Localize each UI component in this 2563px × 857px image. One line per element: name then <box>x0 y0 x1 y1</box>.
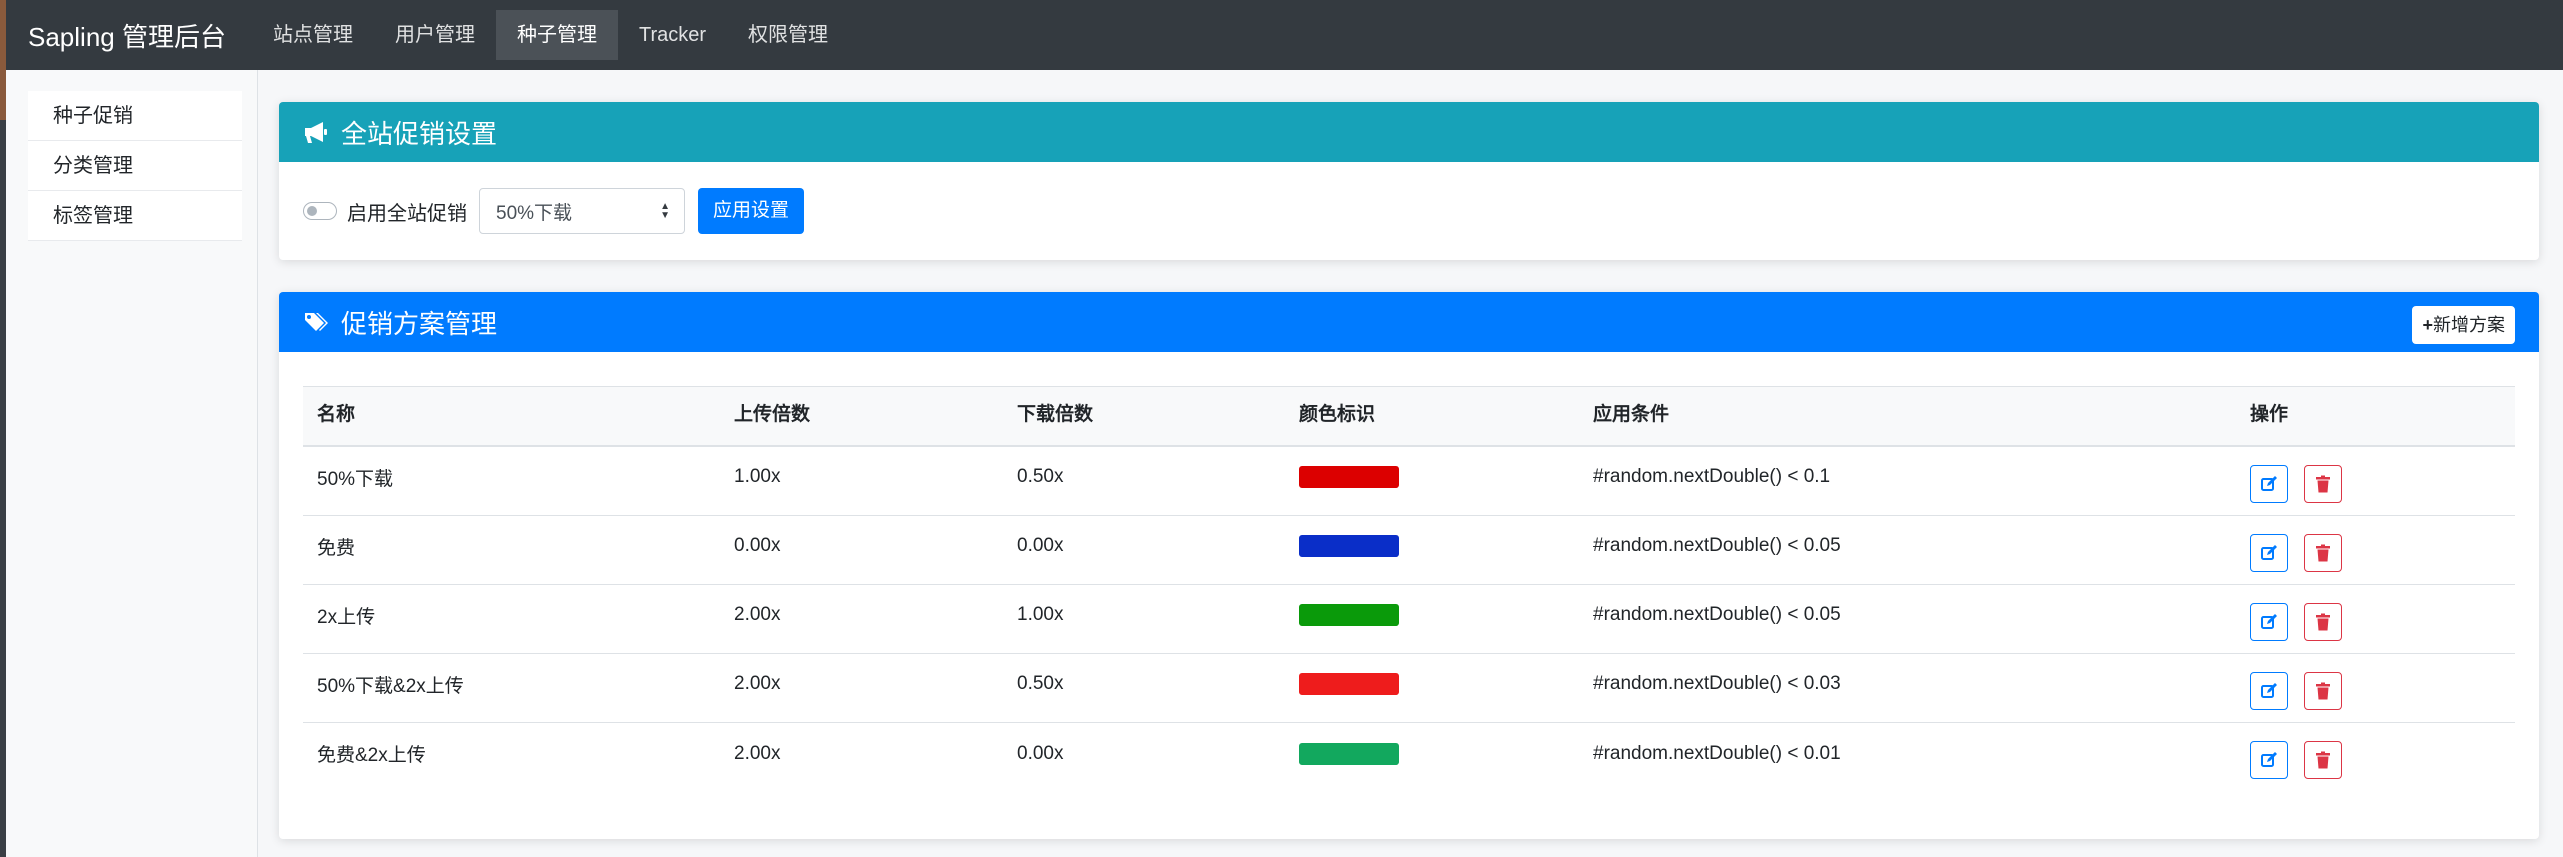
scheme-condition: #random.nextDouble() < 0.1 <box>1593 466 1831 487</box>
scheme-download: 0.00x <box>1017 742 1064 764</box>
nav-item-tracker[interactable]: Tracker <box>618 10 727 60</box>
edit-icon <box>2261 545 2277 560</box>
table-header: 名称 上传倍数 下载倍数 颜色标识 应用条件 操作 <box>303 386 2515 447</box>
scheme-color <box>1299 719 1399 788</box>
bullhorn-icon <box>305 122 327 143</box>
global-promo-toggle-label[interactable]: 启用全站促销 <box>347 197 467 226</box>
table-row: 50%下载 1.00x 0.50x #random.nextDouble() <… <box>303 447 2515 516</box>
scheme-condition: #random.nextDouble() < 0.01 <box>1593 742 1841 764</box>
plus-icon: + <box>2422 315 2433 335</box>
add-scheme-button[interactable]: +新增方案 <box>2412 306 2515 344</box>
nav-item-torrents[interactable]: 种子管理 <box>495 10 618 60</box>
color-swatch <box>1299 673 1399 695</box>
tags-icon <box>305 313 328 331</box>
promo-schemes-header: 促销方案管理 +新增方案 <box>279 292 2539 352</box>
scheme-upload: 2.00x <box>734 742 781 764</box>
select-arrows-icon: ▲ ▼ <box>660 201 670 221</box>
schemes-table: 名称 上传倍数 下载倍数 颜色标识 应用条件 操作 50%下载 1.00x 0.… <box>303 386 2515 792</box>
scheme-name: 免费 <box>317 537 356 559</box>
promo-schemes-card: 促销方案管理 +新增方案 名称 上传倍数 下载倍数 颜色标识 应用条件 操作 5… <box>279 292 2539 839</box>
delete-button[interactable] <box>2304 534 2342 572</box>
main-content: 全站促销设置 启用全站促销 50%下载 ▲ ▼ 应用设置 促销方案管理 +新增方案 <box>258 70 2563 857</box>
global-promo-header: 全站促销设置 <box>279 102 2539 162</box>
delete-button[interactable] <box>2304 672 2342 710</box>
color-swatch <box>1299 604 1399 626</box>
scheme-download: 0.50x <box>1017 466 1064 487</box>
scheme-color <box>1299 581 1399 649</box>
col-actions: 操作 <box>2250 403 2289 425</box>
sidebar-item-tags[interactable]: 标签管理 <box>28 191 242 241</box>
scheme-download: 1.00x <box>1017 604 1064 625</box>
trash-icon <box>2316 613 2330 631</box>
color-swatch <box>1299 742 1399 765</box>
nav-item-permissions[interactable]: 权限管理 <box>727 10 849 60</box>
col-color: 颜色标识 <box>1299 403 1376 425</box>
col-condition: 应用条件 <box>1593 403 1670 425</box>
scheme-upload: 1.00x <box>734 466 781 487</box>
edit-icon <box>2261 614 2277 629</box>
scheme-color <box>1299 650 1399 718</box>
scheme-name: 2x上传 <box>317 606 376 628</box>
col-download: 下载倍数 <box>1017 403 1094 425</box>
nav-item-site[interactable]: 站点管理 <box>252 10 374 60</box>
table-row: 免费&2x上传 2.00x 0.00x #random.nextDouble()… <box>303 723 2515 792</box>
delete-button[interactable] <box>2304 603 2342 641</box>
edit-button[interactable] <box>2250 465 2288 503</box>
scheme-name: 50%下载 <box>317 468 394 490</box>
scheme-color <box>1299 512 1399 580</box>
scheme-color <box>1299 443 1399 511</box>
color-swatch <box>1299 535 1399 557</box>
promo-schemes-title: 促销方案管理 <box>341 308 498 339</box>
scheme-upload: 0.00x <box>734 535 781 556</box>
global-promo-controls: 启用全站促销 50%下载 ▲ ▼ 应用设置 <box>303 188 805 234</box>
global-promo-select[interactable]: 50%下载 ▲ ▼ <box>479 188 685 234</box>
col-upload: 上传倍数 <box>734 403 811 425</box>
sidebar-item-promotion[interactable]: 种子促销 <box>28 91 242 141</box>
trash-icon <box>2316 682 2330 700</box>
edit-button[interactable] <box>2250 603 2288 641</box>
edit-button[interactable] <box>2250 534 2288 572</box>
add-scheme-label: 新增方案 <box>2433 315 2505 335</box>
scheme-upload: 2.00x <box>734 604 781 625</box>
scheme-name: 免费&2x上传 <box>317 745 426 766</box>
trash-icon <box>2316 544 2330 562</box>
delete-button[interactable] <box>2304 465 2342 503</box>
trash-icon <box>2316 475 2330 493</box>
col-name: 名称 <box>317 403 356 425</box>
nav-item-users[interactable]: 用户管理 <box>374 10 496 60</box>
edit-icon <box>2261 683 2277 698</box>
scheme-condition: #random.nextDouble() < 0.05 <box>1593 604 1841 625</box>
sidebar: 种子促销 分类管理 标签管理 <box>6 70 258 857</box>
color-swatch <box>1299 466 1399 488</box>
global-promo-select-value: 50%下载 <box>496 202 573 224</box>
delete-button[interactable] <box>2304 741 2342 779</box>
scheme-download: 0.00x <box>1017 535 1064 556</box>
table-row: 2x上传 2.00x 1.00x #random.nextDouble() < … <box>303 585 2515 654</box>
global-promo-title: 全站促销设置 <box>341 118 498 149</box>
global-promo-card: 全站促销设置 启用全站促销 50%下载 ▲ ▼ 应用设置 <box>279 102 2539 260</box>
scheme-upload: 2.00x <box>734 673 781 694</box>
edit-button[interactable] <box>2250 672 2288 710</box>
table-row: 免费 0.00x 0.00x #random.nextDouble() < 0.… <box>303 516 2515 585</box>
scheme-condition: #random.nextDouble() < 0.03 <box>1593 673 1841 694</box>
edit-icon <box>2261 476 2277 491</box>
top-navbar: Sapling 管理后台 站点管理 用户管理 种子管理 Tracker 权限管理 <box>6 0 2563 70</box>
apply-settings-button[interactable]: 应用设置 <box>698 188 805 234</box>
edit-button[interactable] <box>2250 741 2288 779</box>
scheme-download: 0.50x <box>1017 673 1064 694</box>
brand-title[interactable]: Sapling 管理后台 <box>28 17 226 54</box>
sidebar-item-categories[interactable]: 分类管理 <box>28 141 242 191</box>
toggle-knob <box>307 206 317 216</box>
sidebar-list: 种子促销 分类管理 标签管理 <box>28 91 242 241</box>
scheme-condition: #random.nextDouble() < 0.05 <box>1593 535 1841 556</box>
scheme-name: 50%下载&2x上传 <box>317 675 464 697</box>
edit-icon <box>2261 752 2277 767</box>
global-promo-toggle[interactable] <box>303 202 337 220</box>
trash-icon <box>2316 751 2330 769</box>
table-row: 50%下载&2x上传 2.00x 0.50x #random.nextDoubl… <box>303 654 2515 723</box>
